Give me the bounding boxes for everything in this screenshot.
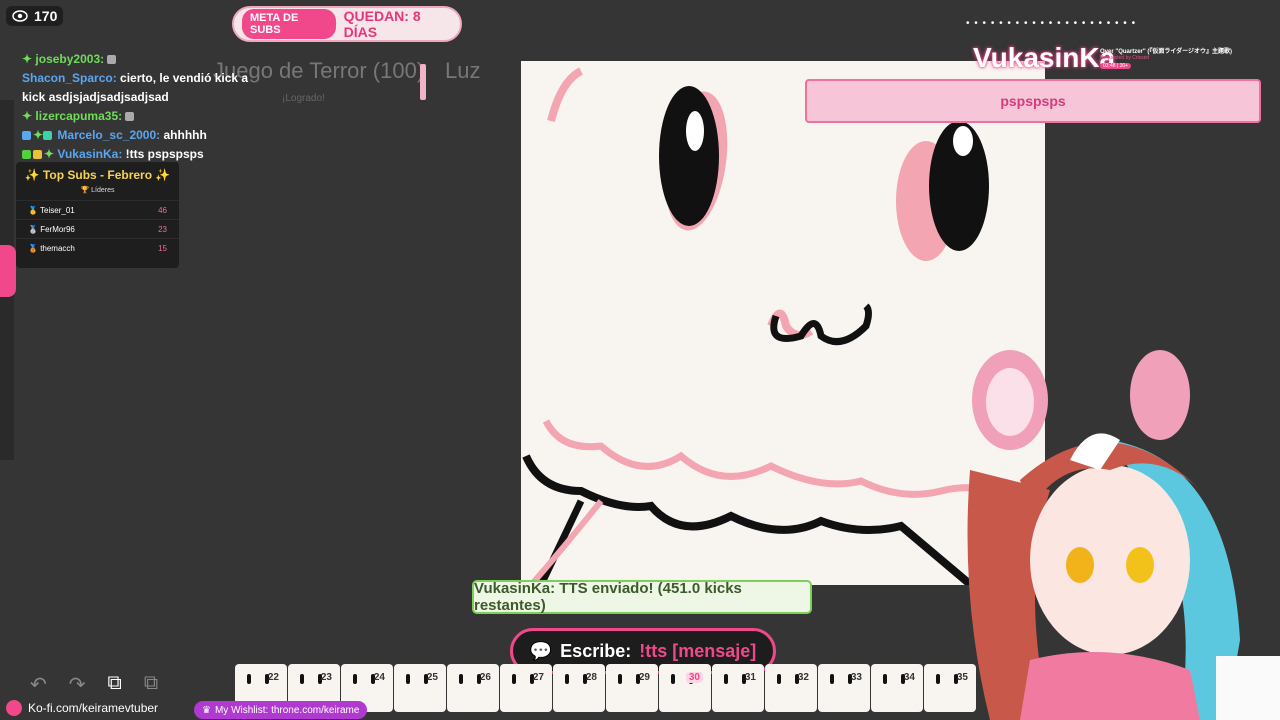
left-sidebar-tab[interactable] bbox=[0, 245, 16, 297]
frame-thumb[interactable]: 25 bbox=[394, 664, 446, 712]
chat-user: Marcelo_sc_2000: bbox=[57, 128, 161, 142]
top-subs-row: 🥇 Teiser_01 46 bbox=[16, 200, 179, 219]
streamer-name: VukasinKa bbox=[973, 42, 1116, 73]
chat-message: ✦ Marcelo_sc_2000: ahhhhh bbox=[22, 126, 272, 145]
frame-thumb[interactable]: 33 bbox=[818, 664, 870, 712]
frame-thumb[interactable]: 31 bbox=[712, 664, 764, 712]
chat-user: joseby2003: bbox=[35, 52, 105, 66]
song-time: 03:48 | 30+ bbox=[1100, 63, 1132, 69]
viewer-count-value: 170 bbox=[34, 8, 58, 24]
top-subs-row: 🥈 FerMor96 23 bbox=[16, 219, 179, 238]
frame-thumb-active[interactable]: 30 bbox=[659, 664, 711, 712]
badge-icon bbox=[107, 55, 117, 65]
tts-message-box: pspspsps bbox=[805, 79, 1261, 123]
chat-text: !tts pspspsps bbox=[125, 147, 204, 161]
chat-message: Shacon_Sparco: cierto, le vendió kick a … bbox=[22, 69, 272, 107]
faded-goal-status: ¡Logrado! bbox=[282, 93, 325, 104]
frame-thumb[interactable]: 34 bbox=[871, 664, 923, 712]
tts-toast: VukasinKa: TTS enviado! (451.0 kicks res… bbox=[472, 580, 812, 614]
top-subs-panel: ✨ Top Subs - Febrero ✨ 🏆 Líderes 🥇 Teise… bbox=[16, 162, 179, 268]
top-subs-subtitle: 🏆 Líderes bbox=[80, 187, 115, 194]
paste-icon[interactable]: ⧉ bbox=[144, 672, 158, 697]
kofi-text: Ko-fi.com/keiramevtuber bbox=[28, 701, 159, 715]
top-subs-title: ✨ Top Subs - Febrero ✨ bbox=[24, 168, 171, 182]
kofi-icon bbox=[6, 700, 22, 716]
gift-icon bbox=[43, 131, 53, 141]
now-playing: Over "Quartzer" (『仮面ライダージオウ』主題歌) Request… bbox=[1100, 46, 1280, 69]
crown-icon: ♛ bbox=[202, 704, 211, 716]
audio-visualizer: • • • • • • • • • • • • • • • • • • • • … bbox=[966, 18, 1137, 29]
frame-thumb[interactable]: 32 bbox=[765, 664, 817, 712]
tts-prompt-label: Escribe: bbox=[560, 640, 632, 661]
chat-text: ahhhhh bbox=[163, 128, 207, 142]
chat-user: lizercapuma35: bbox=[35, 109, 123, 123]
wishlist-text: My Wishlist: throne.com/keirame bbox=[214, 704, 360, 716]
faded-goal-next: Luz bbox=[445, 58, 481, 83]
sticker-logo bbox=[1216, 656, 1280, 720]
tts-prompt-command: !tts [mensaje] bbox=[639, 640, 757, 661]
frame-thumb[interactable]: 26 bbox=[447, 664, 499, 712]
badge-icon bbox=[22, 131, 31, 141]
chat-user: VukasinKa: bbox=[57, 147, 123, 161]
goal-label: META DE SUBS bbox=[242, 9, 336, 39]
goal-divider bbox=[420, 64, 426, 100]
top-subs-row: 🥉 themacch 15 bbox=[16, 238, 179, 257]
goal-remaining: QUEDAN: 8 DÍAS bbox=[343, 8, 421, 40]
song-requested: Requested by Crissed bbox=[1100, 55, 1150, 61]
chat-message: ✦ joseby2003: bbox=[22, 50, 272, 69]
toolbar: ↶ ↷ ⧉ ⧉ bbox=[30, 672, 158, 697]
badge-icon bbox=[125, 112, 135, 122]
frame-thumb[interactable]: 27 bbox=[500, 664, 552, 712]
kofi-link[interactable]: Ko-fi.com/keiramevtuber bbox=[6, 700, 158, 716]
chat-message: ✦ lizercapuma35: bbox=[22, 107, 272, 126]
viewer-count: 170 bbox=[6, 6, 64, 26]
chat-user: Shacon_Sparco: bbox=[22, 71, 117, 85]
redo-icon[interactable]: ↷ bbox=[69, 672, 86, 697]
undo-icon[interactable]: ↶ bbox=[30, 672, 47, 697]
song-title: Over "Quartzer" (『仮面ライダージオウ』主題歌) bbox=[1100, 49, 1233, 55]
subs-goal: META DE SUBS QUEDAN: 8 DÍAS bbox=[232, 6, 462, 42]
wishlist-link[interactable]: ♛ My Wishlist: throne.com/keirame bbox=[194, 701, 368, 719]
kick-badge-icon bbox=[22, 150, 31, 160]
copy-icon[interactable]: ⧉ bbox=[108, 672, 122, 697]
speech-bubble-icon: 💬 bbox=[529, 640, 553, 661]
frame-thumb[interactable]: 29 bbox=[606, 664, 658, 712]
crown-icon bbox=[33, 150, 42, 160]
chat-panel: ✦ joseby2003: Shacon_Sparco: cierto, le … bbox=[22, 50, 272, 164]
frame-thumb[interactable]: 28 bbox=[553, 664, 605, 712]
eye-icon bbox=[12, 10, 28, 22]
